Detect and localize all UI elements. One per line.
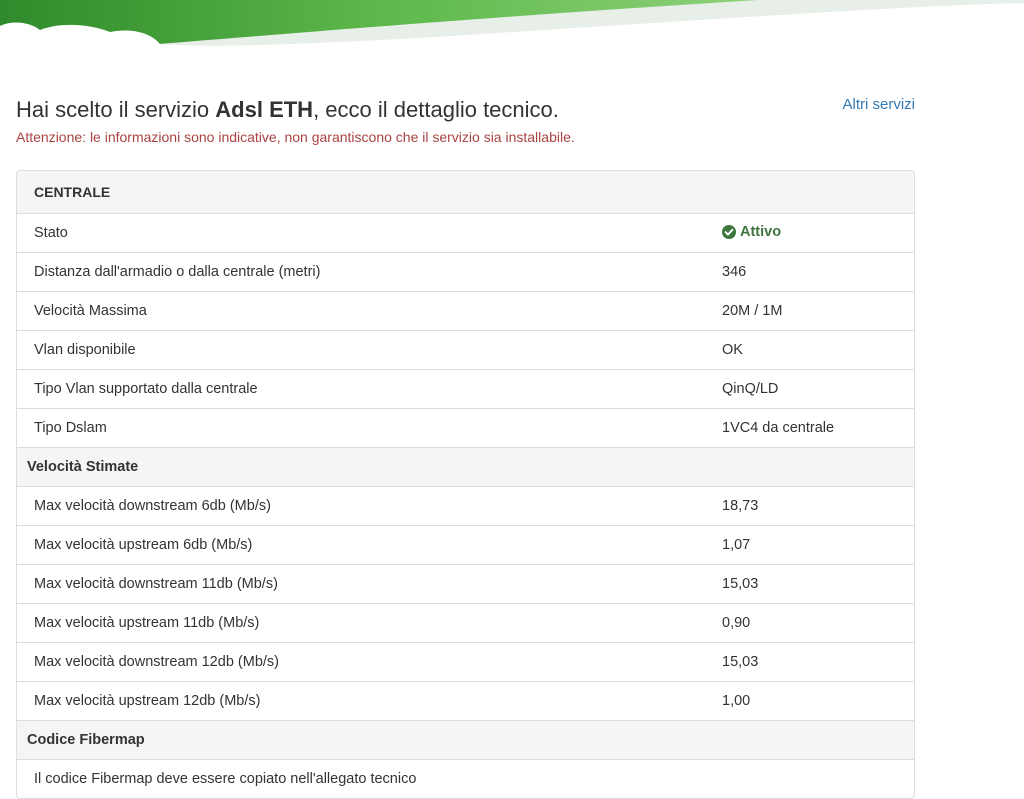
row-value: QinQ/LD [706, 369, 914, 409]
row-label: Stato [34, 225, 68, 241]
status-label: Attivo [740, 223, 782, 240]
panel-heading: CENTRALE [17, 171, 914, 214]
row-label: Max velocità upstream 6db (Mb/s) [17, 525, 706, 565]
row-value: 18,73 [706, 486, 914, 526]
row-label: Max velocità downstream 6db (Mb/s) [17, 486, 706, 526]
table-row: Il codice Fibermap deve essere copiato n… [17, 759, 914, 798]
row-value: 0,90 [706, 603, 914, 643]
row-value: 1,00 [706, 681, 914, 721]
title-prefix: Hai scelto il servizio [16, 97, 216, 122]
warning-message: Attenzione: le informazioni sono indicat… [16, 129, 575, 145]
status-badge: Attivo [722, 224, 781, 240]
row-label: Max velocità upstream 11db (Mb/s) [17, 603, 706, 643]
table-row: Distanza dall'armadio o dalla centrale (… [17, 252, 914, 292]
table-row: Max velocità downstream 11db (Mb/s) 15,0… [17, 564, 914, 604]
section-header-speed: Velocità Stimate [17, 447, 914, 487]
table-row: Tipo Vlan supportato dalla centrale QinQ… [17, 369, 914, 409]
centrale-panel: CENTRALE Stato Attivo Distanza dall'arma… [16, 170, 915, 799]
page-title: Hai scelto il servizio Adsl ETH, ecco il… [16, 96, 915, 124]
table-row: Stato Attivo [17, 214, 914, 253]
section-title: Velocità Stimate [17, 447, 914, 487]
heading-row: Hai scelto il servizio Adsl ETH, ecco il… [16, 96, 915, 126]
main-content: Hai scelto il servizio Adsl ETH, ecco il… [16, 96, 915, 799]
table-row: Tipo Dslam 1VC4 da centrale [17, 408, 914, 448]
row-label: Tipo Vlan supportato dalla centrale [17, 369, 706, 409]
title-suffix: , ecco il dettaglio tecnico. [313, 97, 559, 122]
row-value: 1,07 [706, 525, 914, 565]
row-label: Distanza dall'armadio o dalla centrale (… [17, 252, 706, 292]
row-value: 1VC4 da centrale [706, 408, 914, 448]
row-label: Max velocità downstream 11db (Mb/s) [17, 564, 706, 604]
table-row: Max velocità downstream 6db (Mb/s) 18,73 [17, 486, 914, 526]
row-label: Max velocità downstream 12db (Mb/s) [17, 642, 706, 682]
table-row: Max velocità upstream 11db (Mb/s) 0,90 [17, 603, 914, 643]
row-label: Max velocità upstream 12db (Mb/s) [17, 681, 706, 721]
header-banner [0, 0, 1024, 46]
table-row: Vlan disponibile OK [17, 330, 914, 370]
row-value: 346 [706, 252, 914, 292]
fibermap-note: Il codice Fibermap deve essere copiato n… [17, 759, 914, 798]
table-row: Max velocità upstream 12db (Mb/s) 1,00 [17, 681, 914, 721]
other-services-link[interactable]: Altri servizi [842, 96, 915, 114]
details-table: Stato Attivo Distanza dall'armadio o dal… [17, 214, 914, 798]
section-header-fibermap: Codice Fibermap [17, 720, 914, 760]
row-value: OK [706, 330, 914, 370]
section-title: Codice Fibermap [17, 720, 914, 760]
row-value: 15,03 [706, 564, 914, 604]
row-value: 15,03 [706, 642, 914, 682]
row-value: Attivo [706, 214, 914, 253]
table-row: Max velocità downstream 12db (Mb/s) 15,0… [17, 642, 914, 682]
row-label: Vlan disponibile [17, 330, 706, 370]
service-name: Adsl ETH [215, 97, 314, 122]
check-circle-icon [722, 224, 736, 239]
row-label: Velocità Massima [17, 291, 706, 331]
table-row: Velocità Massima 20M / 1M [17, 291, 914, 331]
table-row: Max velocità upstream 6db (Mb/s) 1,07 [17, 525, 914, 565]
row-label: Tipo Dslam [17, 408, 706, 448]
row-value: 20M / 1M [706, 291, 914, 331]
